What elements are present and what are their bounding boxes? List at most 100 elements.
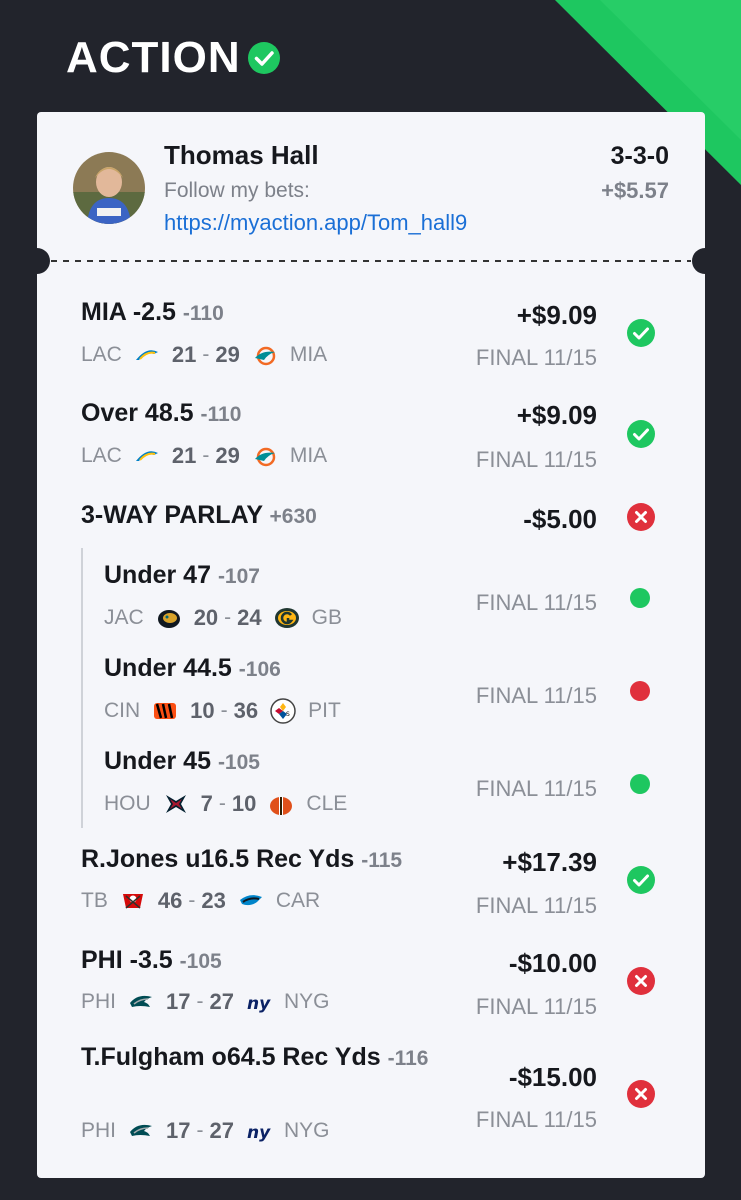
away-team: PHI — [81, 1119, 117, 1142]
away-team: CIN — [104, 699, 141, 722]
jaguars-logo-icon — [157, 610, 180, 628]
final-label: FINAL 11/15 — [475, 683, 597, 708]
giants-logo-icon: ny — [247, 1123, 271, 1143]
final-label: FINAL 11/15 — [475, 590, 597, 615]
buccaneers-logo-icon — [122, 894, 143, 909]
bet-amount: +$9.09 — [516, 400, 597, 430]
home-score: 23 — [201, 888, 226, 913]
dolphins-logo-icon — [254, 346, 276, 366]
bet-amount: +$9.09 — [516, 300, 597, 330]
final-label: FINAL 11/15 — [475, 345, 597, 370]
dashed-divider — [51, 260, 691, 262]
home-team: MIA — [289, 444, 328, 467]
bet-title: 3-WAY PARLAY +630 — [81, 501, 317, 529]
score-line: HOU 7-10 CLE — [104, 791, 348, 816]
home-team: CAR — [275, 889, 321, 912]
score-line: JAC 20-24 GB — [104, 605, 342, 630]
score-line: CIN 10-36 S PIT — [104, 698, 341, 724]
ticket-notch-right — [692, 248, 705, 274]
home-score: 24 — [237, 605, 262, 630]
bet-title: R.Jones u16.5 Rec Yds -115 — [81, 845, 403, 873]
leg-title: Under 47 -107 — [104, 561, 260, 589]
eagles-logo-icon — [130, 995, 153, 1007]
away-score: 10 — [190, 698, 215, 723]
away-score: 21 — [171, 342, 197, 367]
away-score: 7 — [200, 791, 213, 816]
bet-odds: -115 — [361, 849, 403, 872]
away-score: 17 — [166, 989, 191, 1014]
away-team: HOU — [104, 792, 151, 815]
final-label: FINAL 11/15 — [475, 994, 597, 1019]
bet-title: Over 48.5 -110 — [81, 399, 242, 427]
score-line: LAC 21-29 MIA — [81, 443, 328, 468]
away-score: 20 — [193, 605, 219, 630]
leg-odds: -106 — [238, 658, 281, 681]
bet-amount: -$5.00 — [523, 504, 597, 534]
home-team: NYG — [283, 1119, 330, 1142]
parlay-legs-bracket — [81, 548, 83, 828]
follow-link[interactable]: https://myaction.app/Tom_hall9 — [164, 210, 467, 236]
bet-title: PHI -3.5 -105 — [81, 946, 222, 974]
x-circle-icon — [627, 503, 655, 531]
browns-logo-icon — [270, 797, 293, 815]
bet-odds: -110 — [200, 403, 242, 426]
steelers-logo-icon: S — [270, 698, 296, 724]
away-team: LAC — [81, 343, 122, 366]
bet-odds: +630 — [269, 505, 317, 528]
home-score: 36 — [233, 698, 259, 723]
home-score: 10 — [231, 791, 257, 816]
dolphins-logo-icon — [254, 447, 276, 467]
svg-text:ny: ny — [247, 994, 271, 1014]
score-line: PHI 17-27 ny NYG — [81, 989, 330, 1014]
home-team: CLE — [306, 792, 348, 815]
x-circle-icon — [627, 967, 655, 995]
away-team: LAC — [81, 444, 122, 467]
check-circle-icon — [627, 319, 655, 347]
brand-name: ACTION — [66, 33, 241, 82]
away-score: 46 — [157, 888, 183, 913]
score-line: TB 46-23 CAR — [81, 888, 321, 913]
follow-text: Follow my bets: — [164, 179, 310, 202]
chargers-logo-icon — [135, 451, 158, 461]
green-dot-icon — [630, 774, 650, 794]
leg-title: Under 44.5 -106 — [104, 654, 281, 682]
bet-amount: +$17.39 — [502, 847, 597, 877]
home-score: 27 — [209, 1118, 234, 1143]
bet-title: MIA -2.5 -110 — [81, 298, 224, 326]
panthers-logo-icon — [239, 895, 262, 906]
home-team: MIA — [289, 343, 328, 366]
away-score: 17 — [166, 1118, 191, 1143]
check-circle-icon — [627, 420, 655, 448]
x-circle-icon — [627, 1080, 655, 1108]
total-profit: +$5.57 — [601, 178, 669, 203]
ticket-notch-left — [37, 248, 50, 274]
home-score: 29 — [215, 443, 240, 468]
user-name: Thomas Hall — [164, 140, 319, 170]
check-circle-icon — [627, 866, 655, 894]
leg-odds: -107 — [217, 565, 260, 588]
green-dot-icon — [630, 588, 650, 608]
bet-title: T.Fulgham o64.5 Rec Yds -116 — [81, 1043, 429, 1071]
check-circle-icon — [247, 42, 280, 74]
bengals-logo-icon — [154, 703, 177, 719]
svg-text:ny: ny — [247, 1123, 271, 1143]
final-label: FINAL 11/15 — [475, 893, 597, 918]
score-line: PHI 17-27 ny NYG — [81, 1118, 330, 1143]
leg-odds: -105 — [217, 751, 260, 774]
home-score: 29 — [215, 342, 240, 367]
home-team: PIT — [308, 699, 341, 722]
bet-odds: -105 — [179, 950, 222, 973]
away-team: JAC — [104, 606, 144, 629]
away-team: PHI — [81, 990, 117, 1013]
final-label: FINAL 11/15 — [475, 1107, 597, 1132]
packers-logo-icon — [274, 608, 299, 628]
home-team: GB — [311, 606, 342, 629]
brand-logo: ACTION — [66, 34, 281, 82]
avatar[interactable] — [73, 152, 145, 224]
bet-odds: -116 — [387, 1047, 429, 1070]
home-team: NYG — [283, 990, 330, 1013]
eagles-logo-icon — [130, 1124, 153, 1136]
avatar-image — [73, 152, 145, 224]
leg-title: Under 45 -105 — [104, 747, 260, 775]
bet-odds: -110 — [182, 302, 224, 325]
